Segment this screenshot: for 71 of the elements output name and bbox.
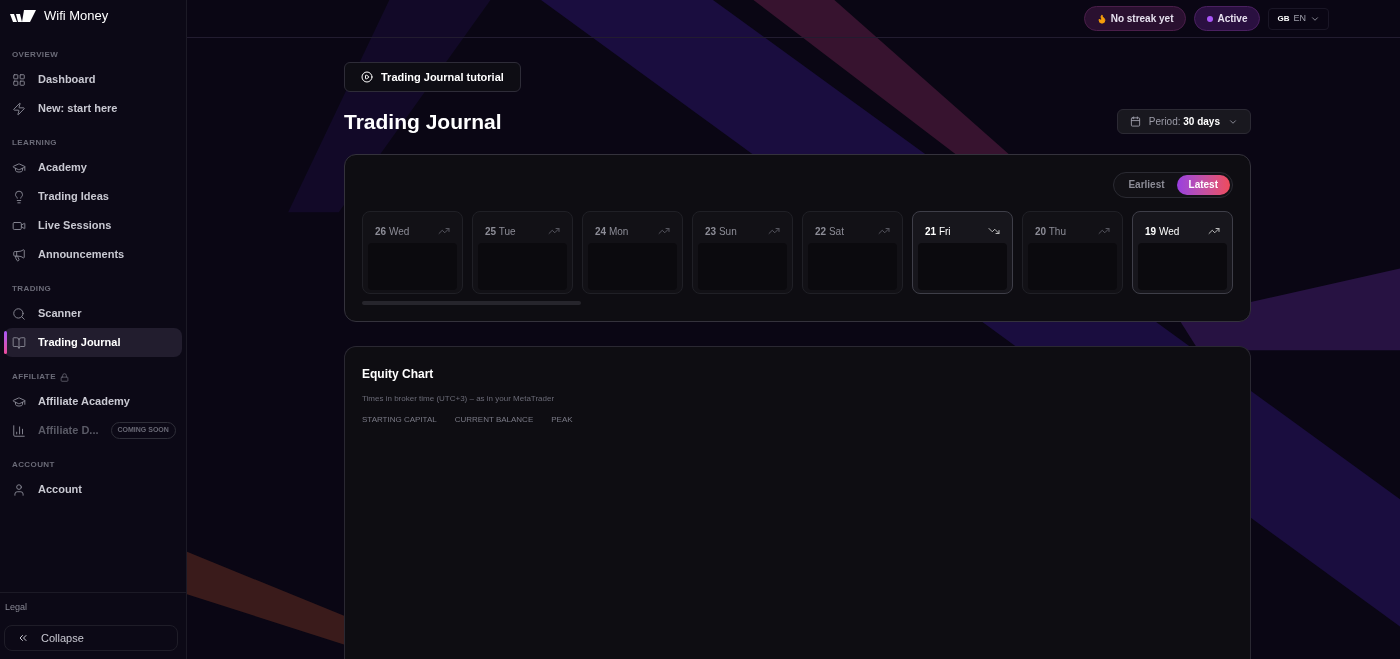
trend-up-icon <box>1098 225 1110 237</box>
streak-badge[interactable]: No streak yet <box>1083 6 1187 31</box>
stat-label: STARTING CAPITAL <box>362 413 437 426</box>
graduation-cap-icon <box>12 160 26 175</box>
stat-label: CURRENT BALANCE <box>454 413 534 426</box>
broker-time-note: Times in broker time (UTC+3) – as in your MetaTrader <box>362 392 556 405</box>
sidebar-item[interactable]: Scanner <box>4 299 182 328</box>
day-label: 24 Mon <box>595 224 629 239</box>
collapse-button[interactable]: Collapse <box>4 625 178 651</box>
brand-name: Wifi Money <box>44 7 109 26</box>
trend-up-icon <box>768 225 780 237</box>
order-option[interactable]: Earliest <box>1116 174 1177 195</box>
day-card[interactable]: 20 Thu <box>1022 210 1123 294</box>
selection-indicator <box>4 331 7 354</box>
sidebar-item[interactable]: Account <box>4 475 182 504</box>
section-heading: OVERVIEW <box>12 49 59 61</box>
trend-up-icon <box>1208 225 1220 237</box>
period-dropdown[interactable]: Period: 30 days <box>1116 109 1251 135</box>
graduation-cap-icon <box>12 394 26 409</box>
bar-chart-icon <box>12 423 26 438</box>
day-card[interactable]: 21 Fri <box>912 210 1013 294</box>
lightbulb-icon <box>12 189 26 204</box>
flame-icon <box>1096 13 1107 24</box>
grid-icon <box>12 72 26 87</box>
stat-label: PEAK <box>551 413 573 426</box>
sidebar-item[interactable]: Live Sessions <box>4 211 182 240</box>
bolt-icon <box>12 101 26 116</box>
day-label: 19 Wed <box>1145 224 1180 239</box>
day-card[interactable]: 23 Sun <box>692 210 793 294</box>
legal-link[interactable]: Legal <box>0 600 186 614</box>
search-icon <box>12 306 26 321</box>
sidebar-item[interactable]: Trading Ideas <box>4 182 182 211</box>
language-selector[interactable]: GB EN <box>1268 7 1329 30</box>
trend-up-icon <box>658 225 670 237</box>
sidebar-item[interactable]: New: start here <box>4 94 182 123</box>
day-card[interactable]: 19 Wed <box>1132 210 1233 294</box>
day-card[interactable]: 24 Mon <box>582 210 683 294</box>
section-heading: TRADING <box>12 283 52 295</box>
logo-icon <box>10 10 36 22</box>
sidebar-item[interactable]: Announcements <box>4 240 182 269</box>
order-option[interactable]: Latest <box>1176 174 1230 195</box>
sidebar-item[interactable]: Affiliate Academy <box>4 387 182 416</box>
day-label: 25 Tue <box>485 224 516 239</box>
day-card[interactable]: 26 Wed <box>362 210 463 294</box>
day-label: 23 Sun <box>705 224 737 239</box>
day-card[interactable]: 22 Sat <box>802 210 903 294</box>
day-label: 21 Fri <box>925 224 951 239</box>
trend-up-icon <box>878 225 890 237</box>
megaphone-icon <box>12 247 26 262</box>
status-badge[interactable]: Active <box>1194 6 1261 31</box>
sidebar-item[interactable]: Trading Journal <box>4 328 182 357</box>
trend-down-icon <box>988 225 1000 237</box>
sidebar-item[interactable]: Dashboard <box>4 65 182 94</box>
page-title: Trading Journal <box>344 109 502 135</box>
day-card[interactable]: 25 Tue <box>472 210 573 294</box>
sidebar-item[interactable]: Academy <box>4 153 182 182</box>
play-icon <box>361 71 373 83</box>
trend-up-icon <box>548 225 560 237</box>
calendar-icon <box>1129 116 1141 128</box>
user-icon <box>12 482 26 497</box>
trend-up-icon <box>438 225 450 237</box>
chevrons-left-icon <box>17 632 29 644</box>
day-label: 26 Wed <box>375 224 410 239</box>
section-heading: AFFILIATE <box>12 371 56 383</box>
equity-chart-title: Equity Chart <box>362 365 435 383</box>
day-label: 22 Sat <box>815 224 844 239</box>
section-heading: ACCOUNT <box>12 459 55 471</box>
section-heading: LEARNING <box>12 137 57 149</box>
day-label: 20 Thu <box>1035 224 1066 239</box>
book-icon <box>12 335 26 350</box>
tutorial-button[interactable]: Trading Journal tutorial <box>344 62 521 92</box>
